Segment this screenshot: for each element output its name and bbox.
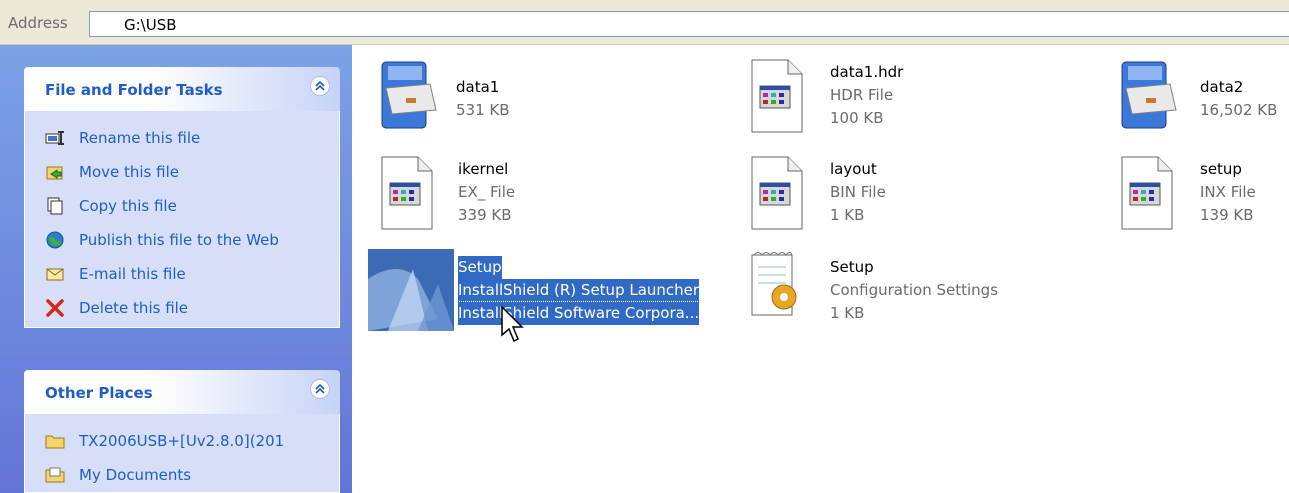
move-icon [45, 162, 65, 182]
address-input[interactable]: G:\USB [89, 11, 1289, 37]
task-publish-web[interactable]: Publish this file to the Web [45, 228, 279, 252]
file-detail: 16,502 KB [1200, 101, 1278, 119]
task-label: E-mail this file [79, 265, 186, 283]
task-pane: File and Folder Tasks Rename this file M… [0, 45, 352, 493]
address-bar: Address G:\USB [0, 0, 1289, 45]
file-and-folder-tasks-header[interactable]: File and Folder Tasks [24, 67, 340, 111]
file-and-folder-tasks-body: Rename this file Move this file Copy thi… [24, 111, 340, 328]
file-type: INX File [1200, 183, 1256, 201]
file-item-data1[interactable]: data1 531 KB [378, 58, 708, 138]
rename-icon [45, 128, 65, 148]
file-name: Setup [458, 256, 502, 279]
generic-file-icon [378, 155, 440, 235]
place-label: TX2006USB+[Uv2.8.0](201 [79, 432, 285, 450]
file-name: data1 [456, 78, 500, 96]
folder-icon [45, 431, 65, 451]
file-item-data1-hdr[interactable]: data1.hdr HDR File 100 KB [748, 58, 1088, 138]
file-item-setup-ini[interactable]: Setup Configuration Settings 1 KB [748, 249, 1088, 331]
other-places-panel: Other Places TX2006USB+[Uv2.8.0](201 My … [24, 370, 340, 493]
email-icon [45, 264, 65, 284]
place-my-documents[interactable]: My Documents [45, 463, 191, 487]
task-label: Rename this file [79, 129, 201, 147]
file-name: layout [830, 160, 877, 178]
file-description: InstallShield (R) Setup Launcher [458, 279, 700, 302]
task-label: Delete this file [79, 299, 189, 317]
file-size: 1 KB [830, 206, 865, 224]
task-label: Copy this file [79, 197, 177, 215]
task-rename-file[interactable]: Rename this file [45, 126, 200, 150]
address-label: Address [8, 14, 68, 32]
file-size: 1 KB [830, 304, 865, 322]
panel-title: Other Places [45, 384, 153, 402]
collapse-chevron-icon[interactable] [310, 379, 330, 399]
task-label: Publish this file to the Web [79, 231, 279, 249]
file-type: BIN File [830, 183, 886, 201]
file-type: HDR File [830, 86, 894, 104]
cabinet-icon [378, 58, 440, 138]
file-size: 139 KB [1200, 206, 1254, 224]
file-item-layout[interactable]: layout BIN File 1 KB [748, 155, 1088, 235]
task-label: Move this file [79, 163, 179, 181]
file-name: data1.hdr [830, 63, 904, 81]
mouse-cursor-icon [500, 305, 524, 347]
generic-file-icon [1118, 155, 1180, 235]
other-places-header[interactable]: Other Places [24, 370, 340, 414]
task-move-file[interactable]: Move this file [45, 160, 179, 184]
task-email-file[interactable]: E-mail this file [45, 262, 186, 286]
file-size: 339 KB [458, 206, 512, 224]
config-settings-icon [748, 249, 810, 329]
file-company: InstallShield Software Corpora... [456, 301, 701, 326]
my-documents-icon [45, 465, 65, 485]
panel-title: File and Folder Tasks [45, 81, 223, 99]
file-type: Configuration Settings [830, 281, 999, 299]
file-size: 100 KB [830, 109, 884, 127]
file-type: EX_ File [458, 183, 516, 201]
delete-icon [45, 298, 65, 318]
cabinet-icon [1118, 58, 1180, 138]
copy-icon [45, 196, 65, 216]
place-label: My Documents [79, 466, 192, 484]
file-name: ikernel [458, 160, 509, 178]
file-detail: 531 KB [456, 101, 510, 119]
file-name: setup [1200, 160, 1242, 178]
file-item-data2[interactable]: data2 16,502 KB [1118, 58, 1289, 138]
generic-file-icon [748, 58, 810, 138]
publish-web-icon [45, 230, 65, 250]
place-tx2006usb-folder[interactable]: TX2006USB+[Uv2.8.0](201 [45, 429, 284, 453]
address-value: G:\USB [124, 16, 177, 34]
task-delete-file[interactable]: Delete this file [45, 296, 188, 320]
generic-file-icon [748, 155, 810, 235]
collapse-chevron-icon[interactable] [310, 76, 330, 96]
file-item-setup-inx[interactable]: setup INX File 139 KB [1118, 155, 1289, 235]
file-and-folder-tasks-panel: File and Folder Tasks Rename this file M… [24, 67, 340, 328]
task-copy-file[interactable]: Copy this file [45, 194, 177, 218]
other-places-body: TX2006USB+[Uv2.8.0](201 My Documents [24, 414, 340, 493]
file-name: Setup [830, 258, 874, 276]
installshield-icon [368, 249, 454, 335]
file-item-ikernel[interactable]: ikernel EX_ File 339 KB [378, 155, 708, 235]
file-name: data2 [1200, 78, 1244, 96]
file-item-setup-exe[interactable]: Setup InstallShield (R) Setup Launcher I… [368, 249, 733, 331]
